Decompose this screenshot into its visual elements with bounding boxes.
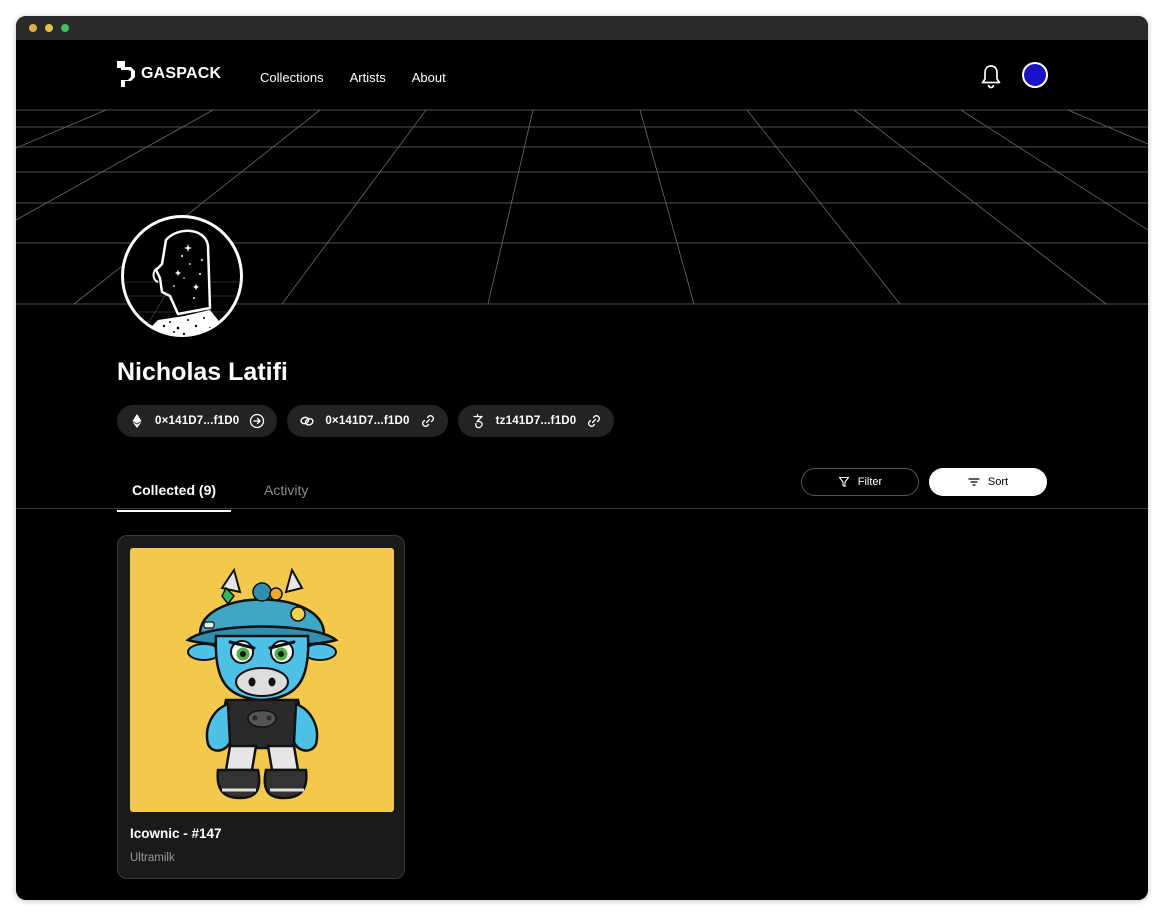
user-avatar[interactable] (1022, 62, 1048, 88)
brand-logo[interactable]: GASPACK (116, 60, 221, 88)
profile-name: Nicholas Latifi (117, 358, 288, 386)
gaspack-logo-icon (117, 61, 135, 87)
filter-button[interactable]: Filter (801, 468, 919, 496)
tab-activity[interactable]: Activity (249, 474, 323, 512)
wallet-chip-ethereum[interactable]: 0×141D7...f1D0 (117, 405, 278, 437)
nav-about-link[interactable]: About (412, 70, 446, 85)
tabs-divider (16, 508, 1148, 509)
profile-tabs: Collected (9) Activity (117, 474, 323, 512)
ethereum-icon (132, 414, 142, 428)
sort-icon (968, 478, 980, 486)
wallet-address-text: 0×141D7...f1D0 (325, 415, 410, 427)
notification-bell-icon[interactable] (979, 63, 1003, 89)
wallet-chip-tezos[interactable]: tz141D7...f1D0 (457, 405, 615, 437)
filter-icon (838, 476, 849, 488)
sort-button-label: Sort (987, 476, 1009, 488)
top-navigation: GASPACK Collections Artists About (16, 40, 1148, 110)
browser-window: GASPACK Collections Artists About Nichol… (16, 16, 1148, 900)
filter-button-label: Filter (857, 476, 883, 488)
wallet-chip-chain[interactable]: 0×141D7...f1D0 (287, 405, 448, 437)
arrow-right-circle-icon[interactable] (249, 413, 265, 429)
window-titlebar (16, 16, 1148, 40)
wallet-address-list: 0×141D7...f1D0 0×141D7...f1D0 tz141D7...… (117, 405, 615, 437)
window-close-button[interactable] (29, 24, 37, 32)
main-menu: Collections Artists About (260, 70, 446, 85)
link-icon[interactable] (420, 413, 436, 429)
wallet-address-text: tz141D7...f1D0 (495, 415, 577, 427)
nft-card-title: Icownic - #147 (130, 826, 222, 841)
nav-collections-link[interactable]: Collections (260, 70, 324, 85)
sort-button[interactable]: Sort (929, 468, 1047, 496)
nft-card-collection: Ultramilk (130, 852, 175, 864)
window-minimize-button[interactable] (45, 24, 53, 32)
nft-card[interactable]: Icownic - #147 Ultramilk (117, 535, 405, 879)
profile-avatar (121, 215, 243, 337)
brand-name: GASPACK (141, 65, 222, 82)
nav-artists-link[interactable]: Artists (350, 70, 386, 85)
nft-card-image (130, 548, 394, 812)
window-maximize-button[interactable] (61, 24, 69, 32)
chain-link-icon (300, 416, 314, 426)
wallet-address-text: 0×141D7...f1D0 (155, 415, 240, 427)
tezos-icon (472, 413, 483, 429)
link-icon[interactable] (586, 413, 602, 429)
tab-collected[interactable]: Collected (9) (117, 474, 232, 512)
